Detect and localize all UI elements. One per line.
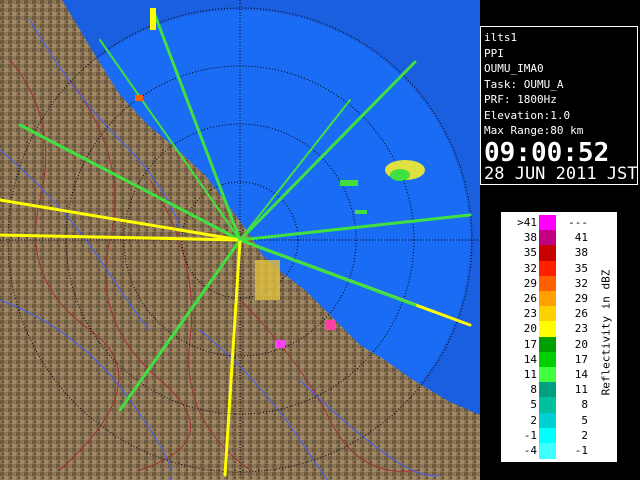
legend-row: 26 29	[501, 291, 591, 307]
scan-mode: PPI	[484, 46, 504, 60]
legend-color-swatch	[539, 306, 556, 323]
legend-low-value: 17	[523, 337, 537, 351]
legend-low-value: 23	[523, 307, 537, 321]
legend-low-value: 26	[523, 292, 537, 305]
legend-row: 20 23	[501, 321, 591, 338]
legend-row: 23 26	[501, 306, 591, 323]
legend-color-swatch	[539, 427, 556, 444]
legend-color-swatch	[539, 215, 556, 231]
legend-row: 14 17	[501, 351, 591, 368]
legend-row: 38 41	[501, 230, 591, 247]
legend-high-value: -1	[574, 444, 588, 457]
legend-color-swatch	[539, 321, 556, 338]
reflectivity-legend: >41 --- 38 41 35 38 32 35 29 32 26 29 23 26 20 23 17 20 14…	[500, 211, 618, 463]
legend-low-value: 32	[523, 261, 537, 275]
legend-low-value: -4	[523, 444, 537, 457]
legend-low-value: 2	[530, 413, 537, 427]
legend-color-swatch	[539, 275, 556, 292]
legend-high-value: 11	[574, 383, 588, 397]
legend-high-value: 14	[574, 368, 588, 381]
legend-high-value: 32	[574, 276, 588, 290]
legend-low-value: 35	[523, 246, 537, 260]
legend-color-swatch	[539, 412, 556, 429]
prf-label: PRF: 1800Hz	[484, 93, 557, 106]
legend-low-value: 20	[523, 322, 537, 336]
legend-color-swatch	[539, 443, 556, 459]
legend-color-swatch	[539, 245, 556, 262]
legend-row: 11 14	[501, 367, 591, 383]
legend-low-value: 14	[523, 352, 537, 366]
legend-color-swatch	[539, 230, 556, 247]
legend-low-value: -1	[523, 428, 537, 442]
legend-high-value: 26	[574, 307, 588, 321]
site-name: ilts1	[484, 31, 518, 44]
legend-high-value: 23	[574, 322, 588, 336]
legend-row: 58	[501, 397, 591, 414]
legend-color-swatch	[539, 382, 556, 399]
legend-color-swatch	[539, 291, 556, 307]
legend-color-swatch	[539, 351, 556, 368]
legend-low-value: >41	[517, 216, 537, 229]
scan-time: 09:00:52	[484, 137, 610, 168]
legend-high-value: 29	[574, 292, 588, 305]
legend-color-swatch	[539, 397, 556, 414]
legend-high-value: 2	[581, 428, 588, 442]
scan-date: 28 JUN 2011 JST	[484, 163, 638, 184]
legend-color-swatch	[539, 336, 556, 353]
legend-row: 25	[501, 412, 591, 429]
radar-id: OUMU_IMA0	[484, 62, 544, 75]
legend-high-value: 38	[574, 246, 588, 260]
legend-row: 35 38	[501, 245, 591, 262]
legend-row: 8 11	[501, 382, 591, 399]
legend-row: -1 2	[501, 427, 591, 444]
legend-color-swatch	[539, 260, 556, 277]
radar-info-panel: ilts1 PPI OUMU_IMA0 Task: OUMU_A PRF: 18…	[480, 26, 638, 185]
legend-low-value: 5	[530, 398, 537, 412]
legend-title-text: Reflectivity in dBZ	[599, 269, 613, 396]
legend-row: 32 35	[501, 260, 591, 277]
legend-row: 29 32	[501, 275, 591, 292]
legend-low-value: 11	[523, 368, 537, 381]
legend-high-value: 20	[574, 337, 588, 351]
legend-high-value: ---	[568, 216, 588, 229]
legend-high-value: 8	[581, 398, 588, 412]
legend-title: Reflectivity in dBZ	[593, 256, 613, 416]
legend-row: 17 20	[501, 336, 591, 353]
legend-high-value: 41	[574, 231, 588, 245]
task-label: Task: OUMU_A	[484, 77, 564, 91]
legend-row: >41 ---	[501, 215, 591, 231]
max-range-label: Max Range:80 km	[484, 124, 584, 137]
elevation-label: Elevation:1.0	[484, 108, 571, 122]
legend-low-value: 8	[530, 383, 537, 397]
legend-high-value: 5	[581, 413, 588, 427]
legend-color-swatch	[539, 367, 556, 383]
radar-ppi-map[interactable]	[0, 0, 480, 480]
legend-low-value: 38	[523, 231, 537, 245]
legend-high-value: 35	[574, 261, 588, 275]
legend-row: -4 -1	[501, 443, 591, 459]
legend-low-value: 29	[523, 276, 537, 290]
legend-high-value: 17	[574, 352, 588, 366]
